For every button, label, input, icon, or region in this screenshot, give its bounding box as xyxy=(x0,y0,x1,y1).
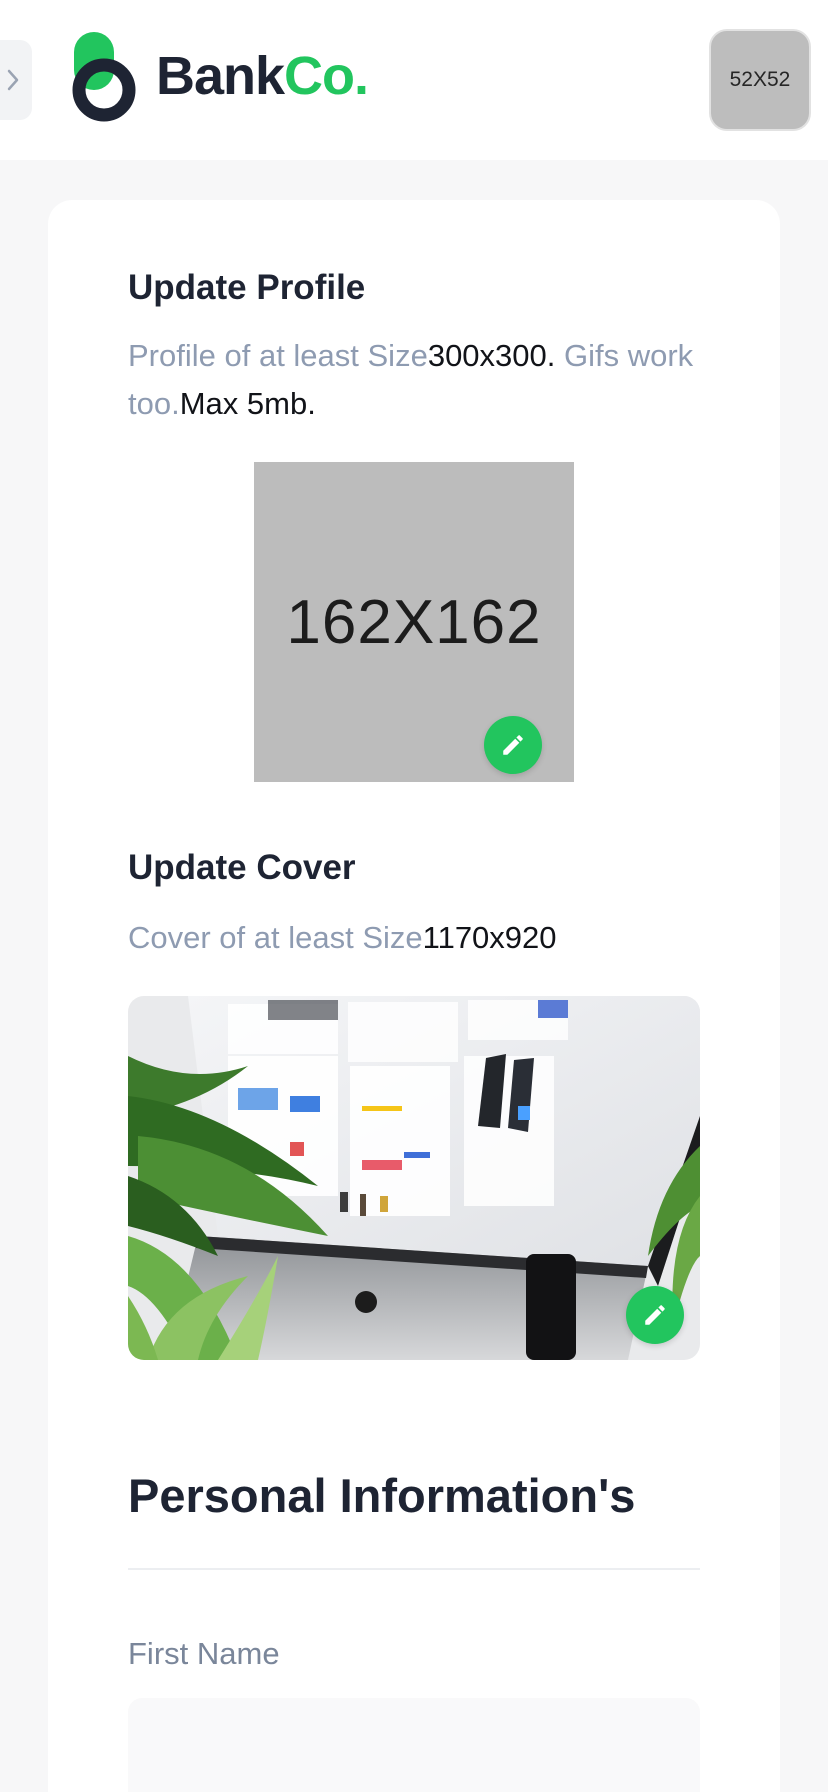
cover-image xyxy=(128,996,700,1360)
first-name-label: First Name xyxy=(128,1636,280,1671)
update-cover-title: Update Cover xyxy=(128,848,356,887)
brand-logo[interactable]: Bank Co. xyxy=(72,30,369,122)
edit-profile-image-button[interactable] xyxy=(484,716,542,774)
user-avatar[interactable]: 52X52 xyxy=(709,29,811,131)
settings-card: Update Profile Profile of at least Size3… xyxy=(48,200,780,1792)
sidebar-toggle-button[interactable] xyxy=(0,40,32,120)
profile-image-placeholder: 162X162 xyxy=(286,587,542,657)
update-cover-description: Cover of at least Size1170x920 xyxy=(128,914,708,962)
profile-desc-max: Max 5mb. xyxy=(179,386,316,421)
profile-desc-text: Profile of at least Size xyxy=(128,338,428,373)
profile-desc-size: 300x300. xyxy=(427,338,556,373)
logo-word-co: Co. xyxy=(284,46,369,106)
profile-image: 162X162 xyxy=(254,462,574,782)
cover-photo-illustration xyxy=(128,996,700,1360)
edit-cover-image-button[interactable] xyxy=(626,1286,684,1344)
logo-mark-icon xyxy=(72,30,138,122)
top-header: Bank Co. 52X52 xyxy=(0,0,828,160)
update-profile-description: Profile of at least Size300x300. Gifs wo… xyxy=(128,332,708,428)
cover-desc-size: 1170x920 xyxy=(422,920,557,955)
first-name-input[interactable] xyxy=(128,1698,700,1792)
logo-text: Bank Co. xyxy=(156,46,369,106)
pencil-icon xyxy=(645,1305,665,1325)
personal-information-title: Personal Information's xyxy=(128,1469,636,1522)
update-profile-title: Update Profile xyxy=(128,268,366,307)
cover-desc-text: Cover of at least Size xyxy=(128,920,423,955)
chevron-right-icon xyxy=(7,69,19,91)
logo-word-bank: Bank xyxy=(156,46,285,106)
section-divider xyxy=(128,1568,700,1570)
pencil-icon xyxy=(503,735,523,755)
